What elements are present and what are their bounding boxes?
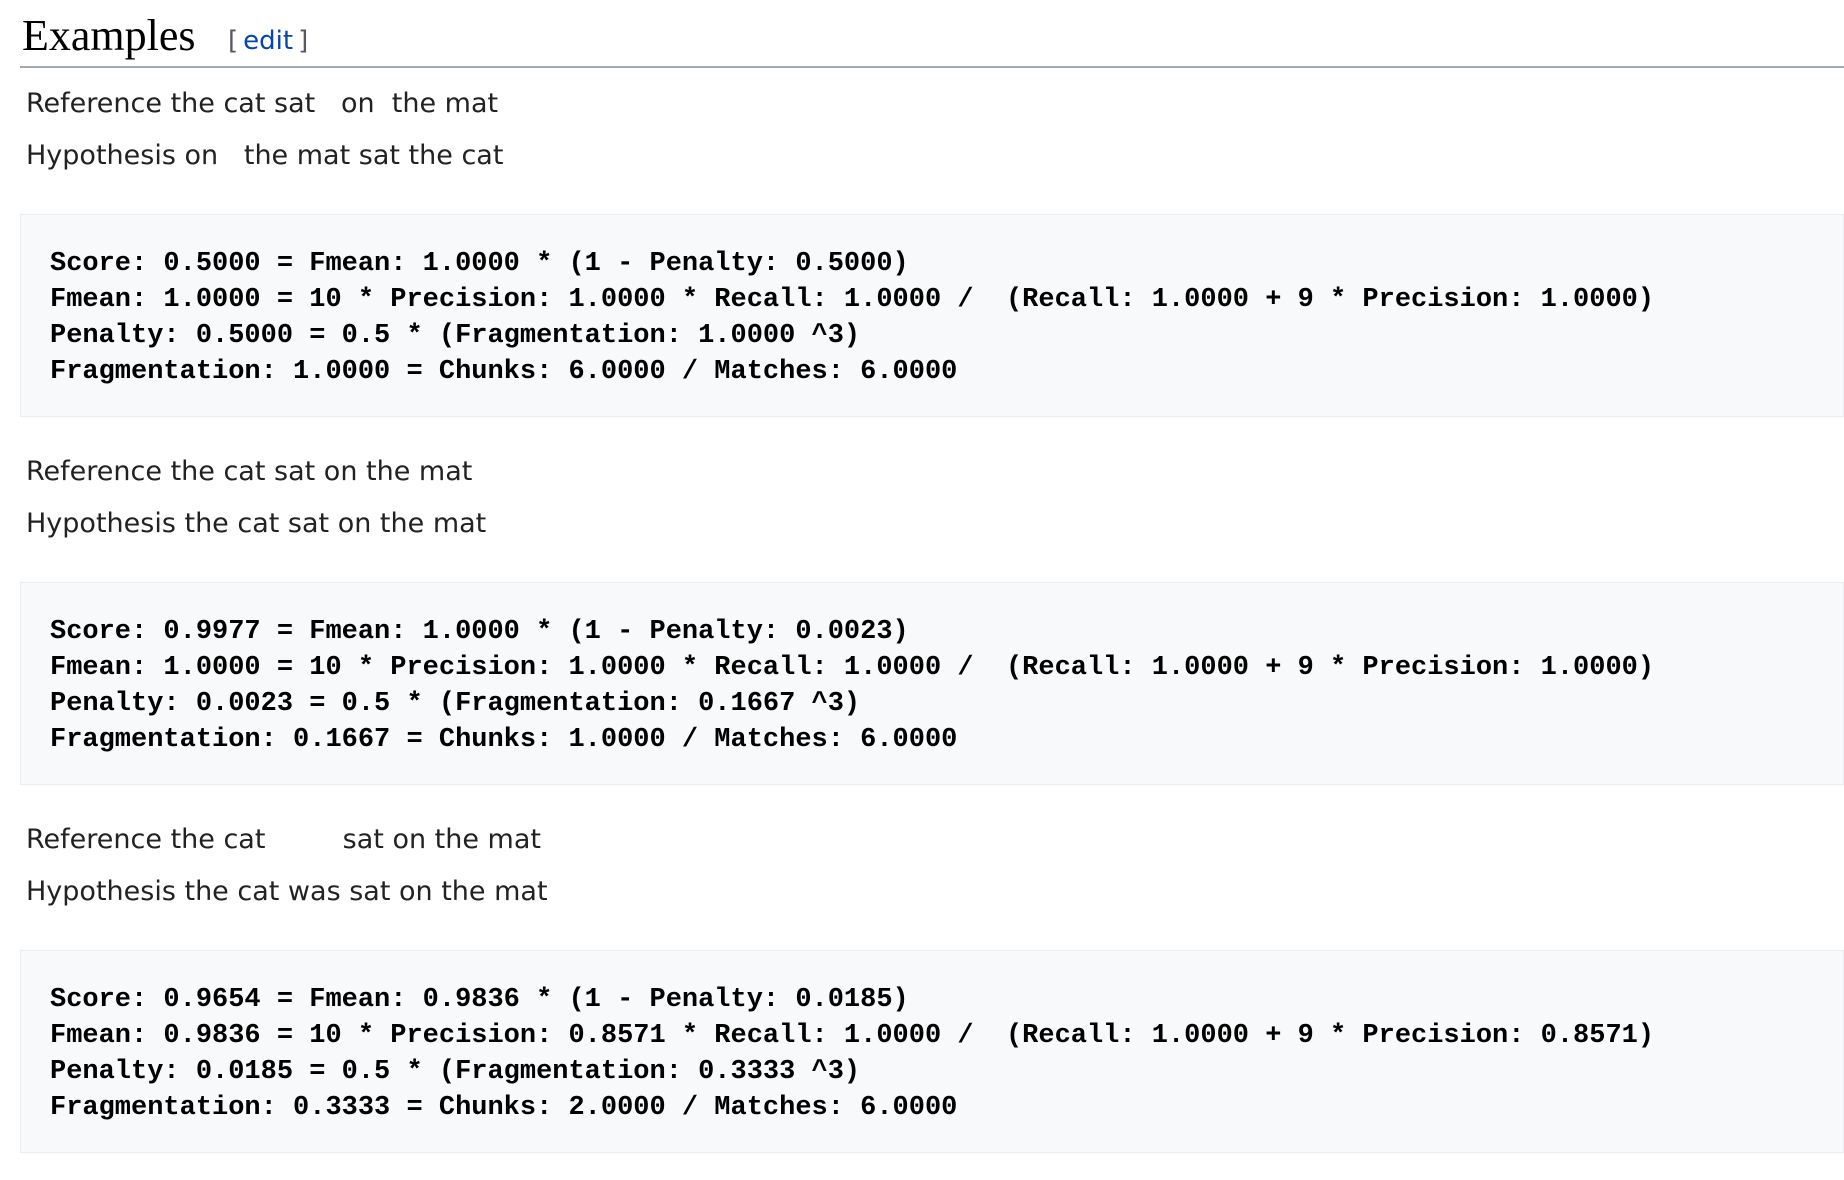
code-line-score: Score: 0.5000 = Fmean: 1.0000 * (1 - Pen… xyxy=(50,249,909,279)
example-1-code-block: Score: 0.5000 = Fmean: 1.0000 * (1 - Pen… xyxy=(20,214,1844,417)
example-2-reference: Reference the cat sat on the mat xyxy=(26,458,472,485)
edit-bracket-open: [ xyxy=(228,26,239,56)
example-2-code-block: Score: 0.9977 = Fmean: 1.0000 * (1 - Pen… xyxy=(20,582,1844,785)
code-line-fragmentation: Fragmentation: 1.0000 = Chunks: 6.0000 /… xyxy=(50,357,958,387)
hypothesis-label: Hypothesis xyxy=(26,140,176,171)
section-heading: Examples [edit] xyxy=(20,8,1844,68)
example-1-reference: Reference the cat sat on the mat xyxy=(26,90,498,117)
example-3-hypothesis: Hypothesis the cat was sat on the mat xyxy=(26,878,548,905)
code-line-fmean: Fmean: 1.0000 = 10 * Precision: 1.0000 *… xyxy=(50,285,1655,315)
reference-label: Reference xyxy=(26,88,162,119)
hypothesis-label: Hypothesis xyxy=(26,508,176,539)
code-line-fragmentation: Fragmentation: 0.1667 = Chunks: 1.0000 /… xyxy=(50,725,958,755)
code-line-fmean: Fmean: 1.0000 = 10 * Precision: 1.0000 *… xyxy=(50,653,1655,683)
hypothesis-label: Hypothesis xyxy=(26,876,176,907)
code-line-penalty: Penalty: 0.5000 = 0.5 * (Fragmentation: … xyxy=(50,321,861,351)
example-1-hypothesis: Hypothesis on the mat sat the cat xyxy=(26,142,503,169)
code-line-fragmentation: Fragmentation: 0.3333 = Chunks: 2.0000 /… xyxy=(50,1093,958,1123)
example-3-code-block: Score: 0.9654 = Fmean: 0.9836 * (1 - Pen… xyxy=(20,950,1844,1153)
example-2-hypothesis: Hypothesis the cat sat on the mat xyxy=(26,510,486,537)
section-title: Examples xyxy=(22,11,196,60)
reference-text: the cat sat on the mat xyxy=(170,456,473,487)
hypothesis-text: the cat sat on the mat xyxy=(184,508,487,539)
edit-bracket-close: ] xyxy=(298,26,309,56)
code-line-fmean: Fmean: 0.9836 = 10 * Precision: 0.8571 *… xyxy=(50,1021,1655,1051)
code-line-score: Score: 0.9977 = Fmean: 1.0000 * (1 - Pen… xyxy=(50,617,909,647)
code-line-penalty: Penalty: 0.0185 = 0.5 * (Fragmentation: … xyxy=(50,1057,861,1087)
reference-text: the cat sat on the mat xyxy=(170,88,499,119)
reference-label: Reference xyxy=(26,456,162,487)
reference-label: Reference xyxy=(26,824,162,855)
hypothesis-text: the cat was sat on the mat xyxy=(184,876,548,907)
edit-link[interactable]: edit xyxy=(243,26,293,56)
reference-text: the cat sat on the mat xyxy=(170,824,541,855)
code-line-score: Score: 0.9654 = Fmean: 0.9836 * (1 - Pen… xyxy=(50,985,909,1015)
code-line-penalty: Penalty: 0.0023 = 0.5 * (Fragmentation: … xyxy=(50,689,861,719)
hypothesis-text: on the mat sat the cat xyxy=(184,140,504,171)
edit-section: [edit] xyxy=(228,28,308,54)
example-3-reference: Reference the cat sat on the mat xyxy=(26,826,541,853)
